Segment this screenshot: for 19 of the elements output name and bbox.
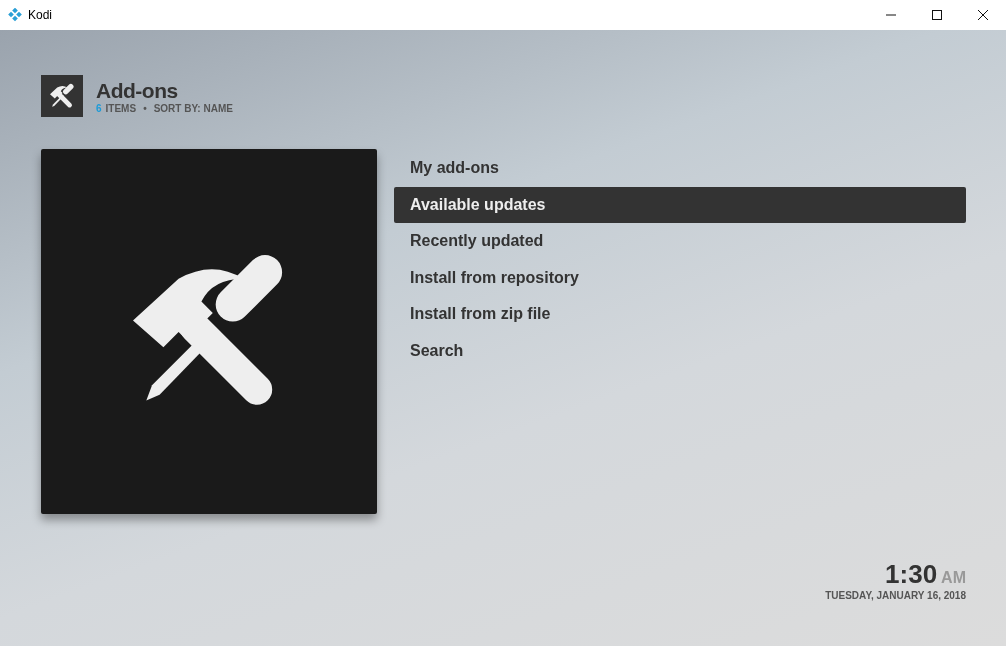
maximize-icon [932,10,942,20]
clock-meridiem: AM [941,569,966,587]
kodi-logo-icon [8,8,22,22]
menu-item[interactable]: Install from zip file [394,296,966,333]
window-title: Kodi [28,8,53,22]
close-icon [978,10,988,20]
menu-item[interactable]: Available updates [394,186,966,223]
separator-dot: • [143,102,147,114]
items-label: ITEMS [105,102,137,114]
menu-item[interactable]: Install from repository [394,259,966,296]
tools-icon [41,75,83,117]
page-title: Add-ons [96,78,179,103]
item-count: 6 [96,102,102,114]
menu-item[interactable]: My add-ons [394,150,966,187]
clock-time: 1:30 [885,559,938,590]
menu-item[interactable]: Search [394,332,966,369]
menu-item[interactable]: Recently updated [394,223,966,260]
sort-label: SORT BY: NAME [153,102,233,114]
clock-date: TUESDAY, JANUARY 16, 2018 [825,590,966,601]
